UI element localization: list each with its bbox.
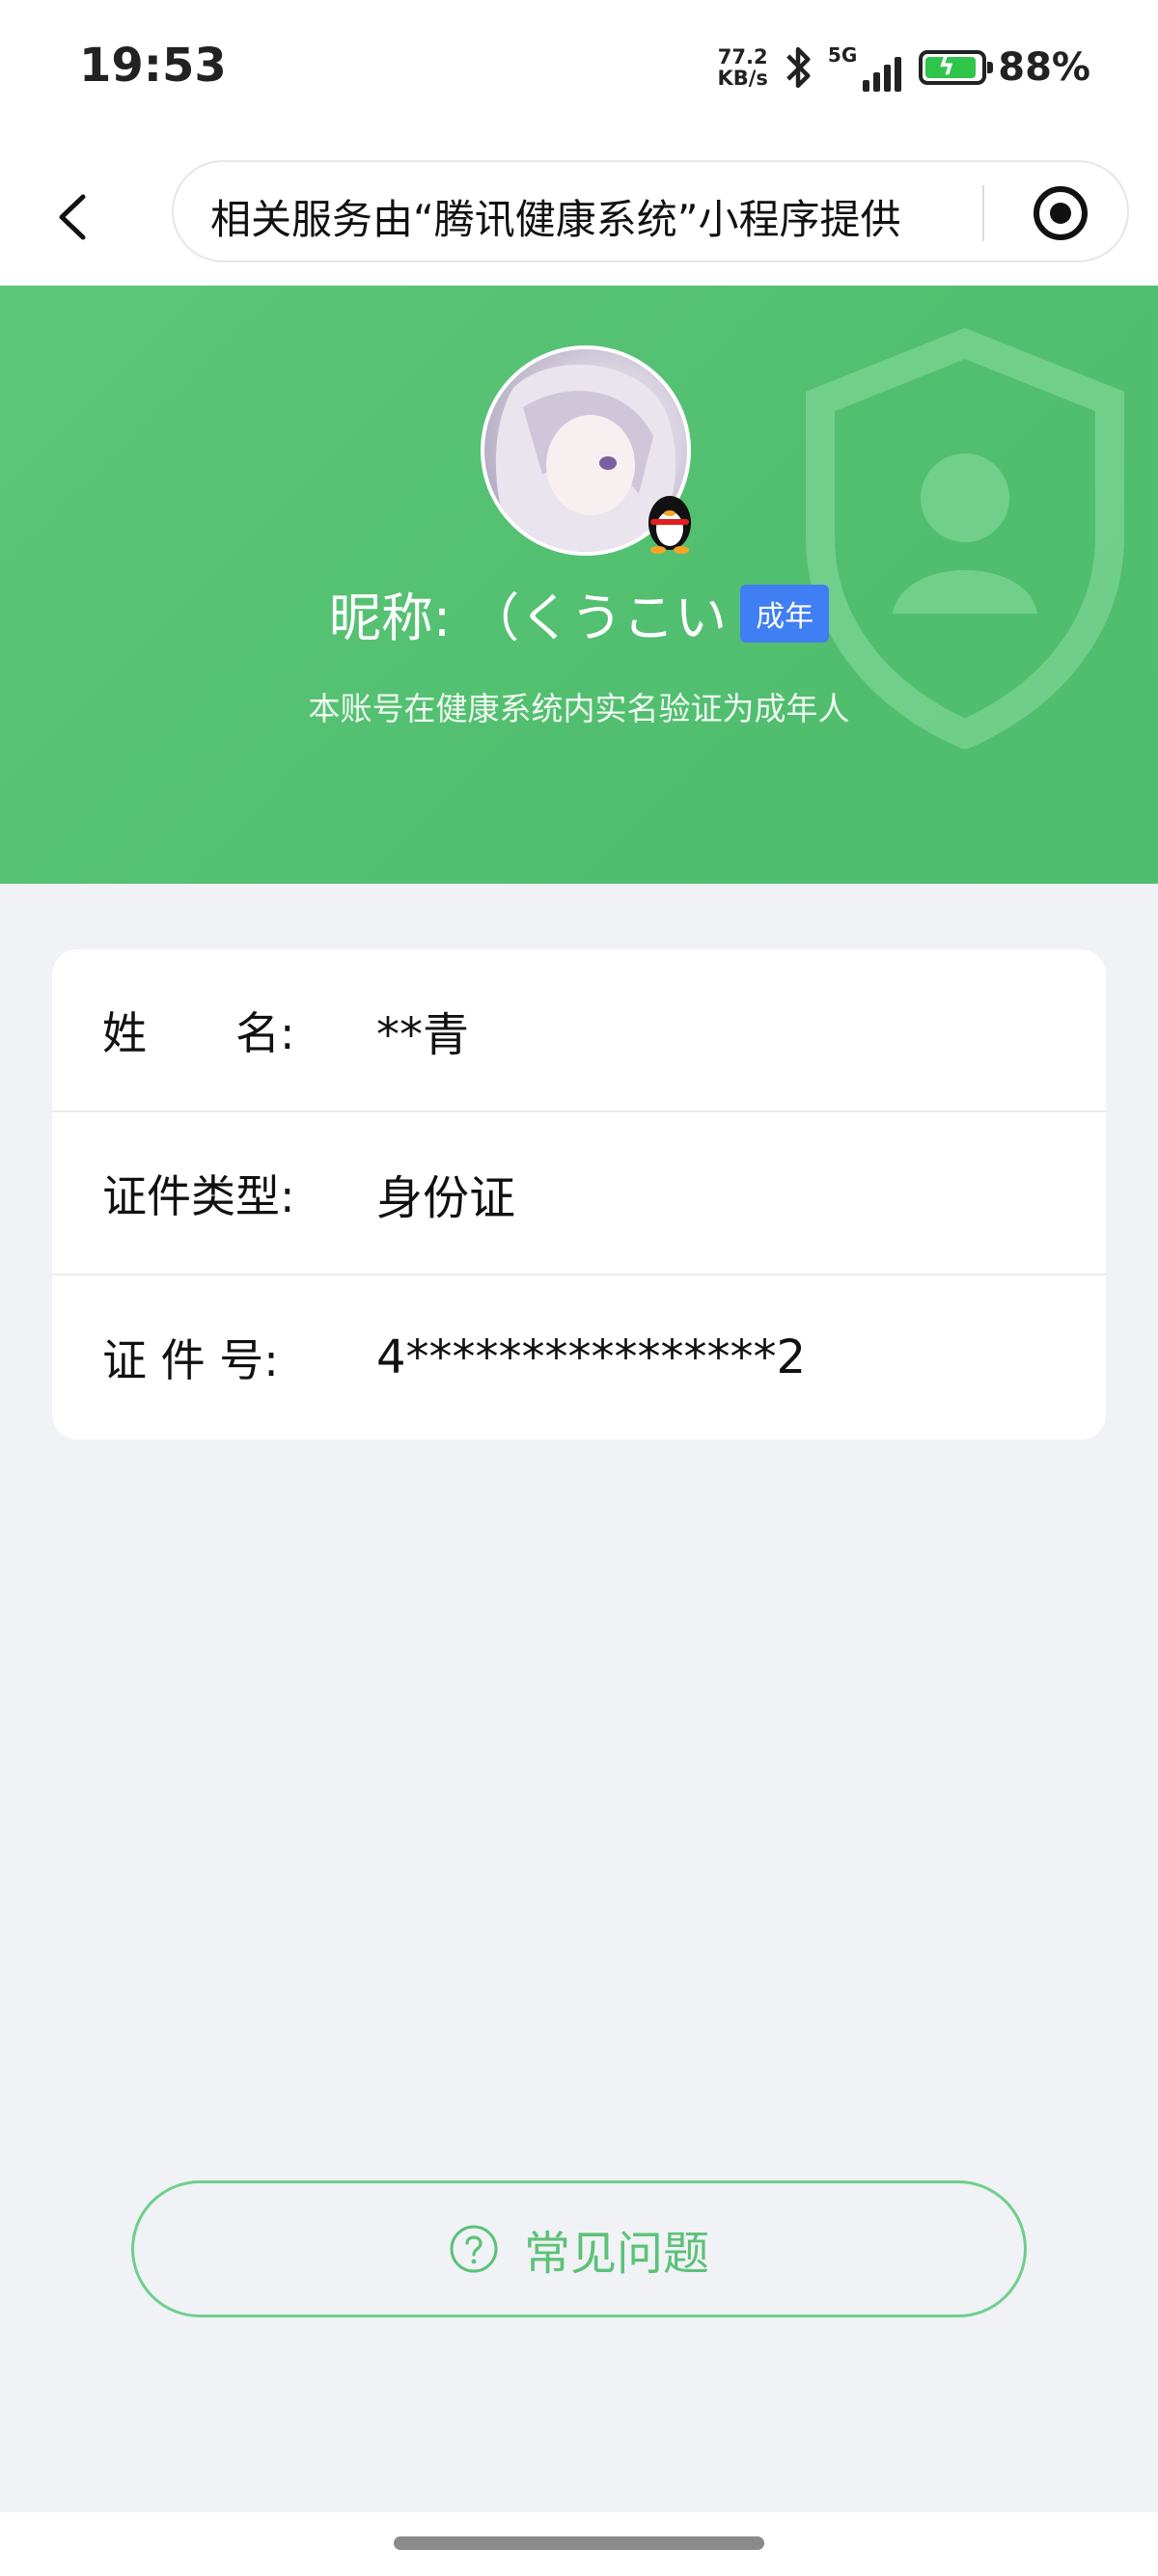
info-value: 身份证	[376, 1170, 516, 1225]
info-row-id-type: 证件类型: 身份证	[52, 1112, 1106, 1275]
chevron-left-icon[interactable]	[46, 183, 104, 251]
info-value: 4****************2	[376, 1329, 807, 1384]
net-speed-unit: KB/s	[717, 67, 768, 90]
identity-card: 姓 名: **青 证件类型: 身份证 证 件 号: 4*************…	[52, 949, 1106, 1439]
nickname: 昵称: （くうこい	[328, 588, 728, 648]
cellular-signal: 5G	[827, 43, 902, 92]
charging-bolt-icon: ϟ	[938, 52, 955, 81]
info-row-name: 姓 名: **青	[52, 949, 1106, 1112]
net-speed-value: 77.2	[717, 45, 768, 69]
net-speed: 77.2 KB/s	[717, 46, 767, 89]
service-capsule[interactable]: 相关服务由“腾讯健康系统”小程序提供	[172, 160, 1129, 262]
signal-bar	[884, 65, 892, 92]
battery-percent: 88%	[998, 45, 1090, 90]
signal-label: 5G	[827, 43, 858, 67]
info-row-id-number: 证 件 号: 4****************2	[52, 1275, 1106, 1439]
home-indicator[interactable]	[394, 2536, 764, 2550]
status-icons: 77.2 KB/s 5G ϟ 88%	[717, 39, 1090, 96]
bluetooth-icon	[786, 46, 811, 89]
info-value: **青	[376, 1007, 470, 1062]
faq-label: 常见问题	[523, 2227, 709, 2281]
nickname-row: 昵称: （くうこい 成年	[0, 575, 1158, 651]
signal-bar	[873, 72, 881, 92]
capsule-divider	[982, 185, 984, 241]
status-time: 19:53	[79, 39, 227, 93]
info-label: 证件类型:	[102, 1169, 295, 1222]
verification-text: 本账号在健康系统内实名验证为成年人	[308, 690, 850, 727]
status-bar: 19:53 77.2 KB/s 5G ϟ 88%	[0, 0, 1158, 145]
signal-bar	[895, 57, 902, 92]
adult-tag: 成年	[740, 584, 830, 643]
info-label: 证 件 号:	[102, 1333, 279, 1386]
nav-bar: 相关服务由“腾讯健康系统”小程序提供	[0, 145, 1158, 286]
service-provider-text: 相关服务由“腾讯健康系统”小程序提供	[210, 196, 901, 243]
battery-icon: ϟ	[919, 50, 994, 85]
signal-bars-icon	[863, 55, 902, 92]
screen: 19:53 77.2 KB/s 5G ϟ 88% 相关服务由“腾讯健康系统”小程…	[0, 0, 1158, 2576]
target-icon[interactable]	[1031, 183, 1090, 243]
info-label: 姓 名:	[102, 1006, 295, 1059]
faq-button[interactable]: 常见问题	[131, 2180, 1027, 2317]
profile-header: 昵称: （くうこい 成年 本账号在健康系统内实名验证为成年人	[0, 286, 1158, 884]
signal-bar	[863, 80, 870, 92]
qq-penguin-icon	[648, 496, 691, 554]
question-circle-icon	[450, 2225, 498, 2273]
